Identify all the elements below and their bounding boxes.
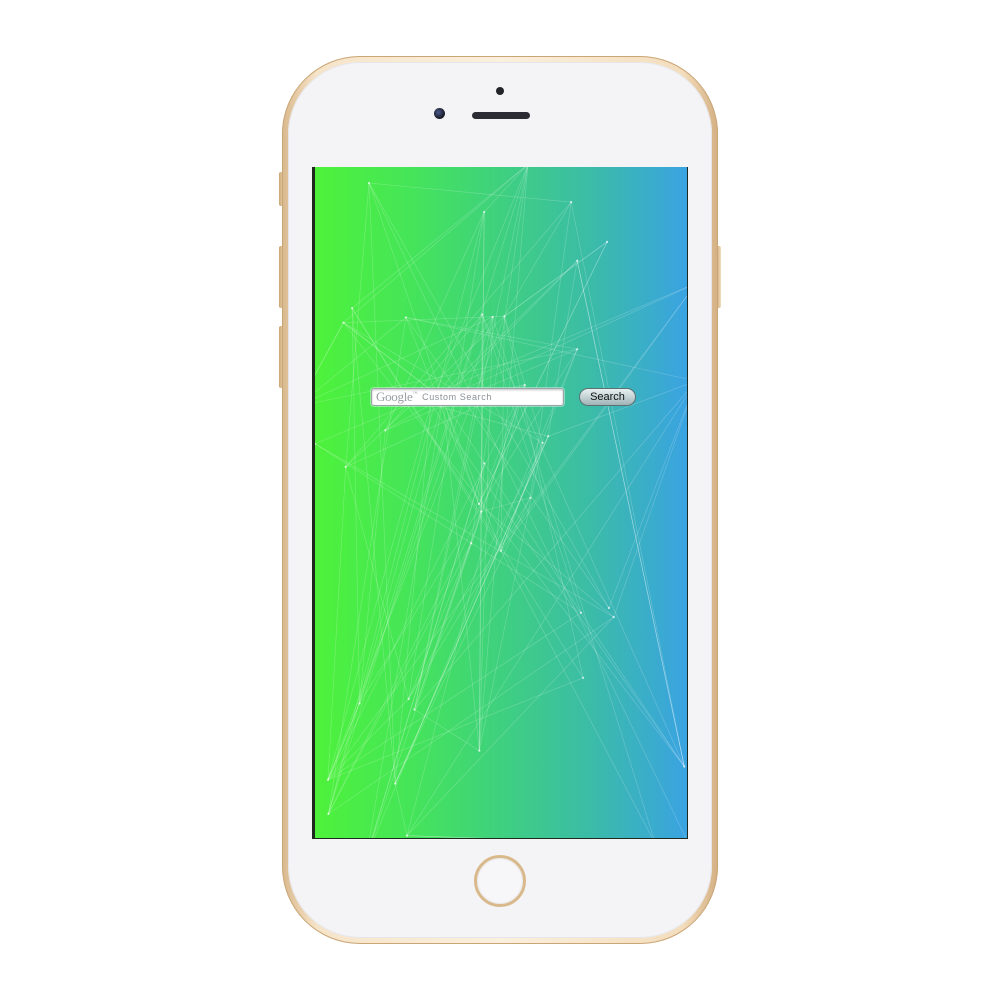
stage: Google™ Custom Search Search bbox=[0, 0, 1000, 1000]
search-button[interactable]: Search bbox=[579, 388, 636, 406]
search-input[interactable]: Google™ Custom Search bbox=[371, 388, 564, 406]
proximity-sensor bbox=[496, 87, 504, 95]
search-placeholder: Custom Search bbox=[422, 392, 492, 402]
home-button[interactable] bbox=[474, 855, 526, 907]
camera-icon bbox=[434, 108, 445, 119]
google-logo: Google™ bbox=[376, 389, 418, 404]
network-mesh-background bbox=[315, 167, 687, 838]
speaker-grille bbox=[472, 112, 530, 119]
screen: Google™ Custom Search Search bbox=[312, 167, 688, 839]
